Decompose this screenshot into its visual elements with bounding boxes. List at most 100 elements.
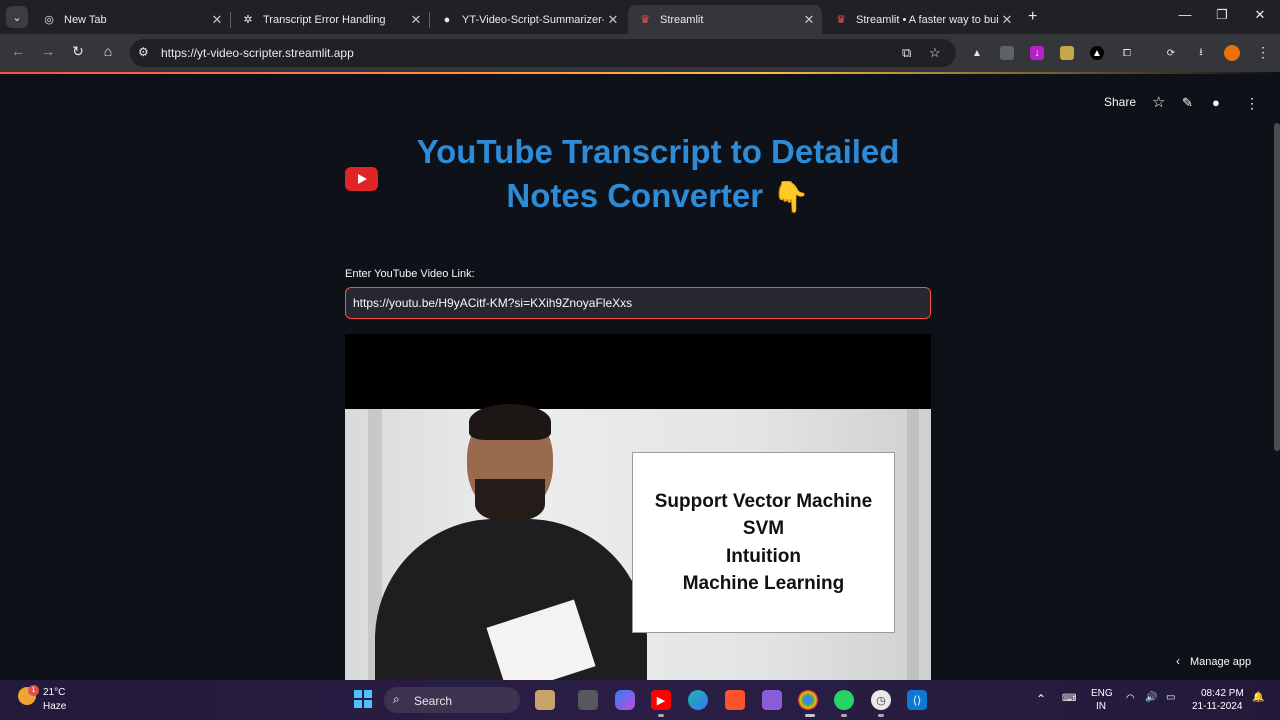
tab-transcript-error[interactable]: ✲ Transcript Error Handling ✕	[231, 5, 429, 34]
edit-pencil-icon[interactable]: ✎	[1182, 95, 1193, 111]
close-tab-icon[interactable]: ✕	[208, 12, 226, 28]
download-extension-icon[interactable]: ↓	[1030, 46, 1044, 60]
weather-badge: 1	[28, 685, 39, 696]
page-title: YouTube Transcript to Detailed Notes Con…	[390, 130, 926, 220]
share-button[interactable]: Share	[1104, 95, 1136, 109]
tab-streamlit-home[interactable]: ♛ Streamlit • A faster way to build ✕	[824, 5, 1020, 34]
volume-icon[interactable]: 🔊	[1145, 692, 1157, 703]
tab-title: Transcript Error Handling	[263, 13, 386, 26]
video-thumbnail[interactable]: Support Vector Machine SVM Intuition Mac…	[345, 334, 931, 680]
browser-menu-icon[interactable]: ⋮	[1256, 44, 1270, 61]
page-scrollbar[interactable]	[1274, 123, 1280, 451]
board-line: Machine Learning	[682, 573, 845, 594]
language-line-2[interactable]: IN	[1096, 701, 1106, 712]
streamlit-icon: ♛	[640, 14, 650, 26]
notes-extension-icon[interactable]	[1060, 46, 1074, 60]
file-explorer-icon[interactable]	[578, 690, 598, 710]
board-line: SVM	[742, 518, 785, 539]
vscode-icon[interactable]: ⟨⟩	[907, 690, 927, 710]
whatsapp-icon[interactable]	[834, 690, 854, 710]
youtube-app-icon[interactable]: ▶	[651, 690, 671, 710]
github-icon[interactable]: ●	[1212, 95, 1220, 110]
tab-title: YT-Video-Script-Summarizer-/R	[462, 13, 604, 26]
openai-icon: ✲	[243, 14, 253, 26]
video-whiteboard: Support Vector Machine SVM Intuition Mac…	[632, 452, 895, 633]
extensions-puzzle-icon[interactable]: ⧠	[1120, 46, 1134, 60]
close-tab-icon[interactable]: ✕	[604, 12, 622, 28]
language-line-1[interactable]: ENG	[1091, 688, 1113, 699]
tab-new-tab[interactable]: ◎ New Tab ✕	[32, 5, 230, 34]
manage-app-button[interactable]: ‹ Manage app	[1176, 654, 1251, 668]
notifications-icon[interactable]: 🔔	[1252, 692, 1264, 703]
close-tab-icon[interactable]: ✕	[407, 12, 425, 28]
battery-icon[interactable]: ▭	[1166, 692, 1175, 703]
maximize-button[interactable]: ❐	[1207, 7, 1237, 23]
video-pillar	[907, 409, 919, 680]
tray-overflow-icon[interactable]: ⌃	[1036, 692, 1046, 706]
presenter-beard	[475, 479, 545, 521]
drive-extension-icon[interactable]: ▲	[970, 46, 984, 60]
windows-taskbar	[0, 680, 1280, 720]
reload-icon[interactable]: ↻	[68, 43, 88, 60]
tab-github-repo[interactable]: ● YT-Video-Script-Summarizer-/R ✕	[430, 5, 626, 34]
brave-icon[interactable]	[725, 690, 745, 710]
tab-search-dropdown[interactable]: ⌄	[6, 6, 28, 28]
search-icon: ⌕	[393, 692, 400, 706]
weather-temperature[interactable]: 21°C	[43, 687, 65, 698]
taskbar-search[interactable]: ⌕ Search	[384, 687, 520, 713]
clock-time[interactable]: 08:42 PM	[1201, 688, 1244, 699]
youtube-logo-icon	[345, 167, 378, 191]
chrome-taskbar-icon[interactable]	[798, 690, 818, 710]
performance-icon[interactable]: ⟳	[1164, 46, 1178, 60]
tab-streamlit-active[interactable]: ♛ Streamlit ✕	[628, 5, 822, 34]
title-line-2: Notes Converter 👇	[390, 174, 926, 220]
app-menu-icon[interactable]: ⋮	[1245, 95, 1259, 112]
clock-date[interactable]: 21-11-2024	[1192, 701, 1242, 712]
new-tab-button[interactable]: +	[1028, 8, 1037, 26]
tab-title: Streamlit • A faster way to build	[856, 13, 998, 26]
title-line-2-text: Notes Converter	[506, 177, 764, 214]
presenter-hair	[469, 404, 551, 440]
pointing-down-emoji: 👇	[772, 181, 810, 215]
star-icon[interactable]: ☆	[1152, 93, 1165, 111]
copilot-icon[interactable]	[615, 690, 635, 710]
chevron-left-icon: ‹	[1176, 654, 1180, 668]
close-window-button[interactable]: ✕	[1245, 7, 1275, 23]
close-tab-icon[interactable]: ✕	[998, 12, 1016, 28]
back-icon[interactable]: ←	[8, 43, 28, 59]
browser-tab-bar: ⌄ ◎ New Tab ✕ ✲ Transcript Error Handlin…	[0, 0, 1280, 34]
url-text: https://yt-video-scripter.streamlit.app	[161, 46, 354, 60]
bookmark-star-icon[interactable]: ☆	[929, 45, 941, 61]
browser-toolbar: ← → ↻ ⌂ ⚙ https://yt-video-scripter.stre…	[0, 34, 1280, 72]
tab-title: Streamlit	[660, 13, 704, 26]
keyboard-icon[interactable]: ⌨	[1062, 693, 1076, 704]
vercel-extension-icon[interactable]: ▲	[1090, 46, 1104, 60]
running-indicator	[841, 714, 847, 717]
home-icon[interactable]: ⌂	[98, 43, 118, 59]
forward-icon[interactable]: →	[38, 43, 58, 59]
profile-avatar[interactable]	[1224, 45, 1240, 61]
downloads-icon[interactable]: ⭳	[1194, 46, 1208, 60]
books-app-icon[interactable]	[535, 690, 555, 710]
video-link-input[interactable]	[345, 287, 931, 319]
github-icon: ●	[443, 13, 451, 26]
minimize-button[interactable]: —	[1170, 7, 1200, 22]
weather-condition[interactable]: Haze	[43, 701, 66, 712]
close-tab-icon[interactable]: ✕	[800, 12, 818, 28]
install-app-icon[interactable]: ⧉	[902, 45, 911, 61]
video-link-label: Enter YouTube Video Link:	[345, 268, 475, 280]
streamlit-icon: ♛	[836, 14, 846, 26]
running-indicator	[878, 714, 884, 717]
streamlit-top-decoration	[0, 72, 1280, 74]
edge-icon[interactable]	[688, 690, 708, 710]
windows-start-icon[interactable]	[354, 690, 372, 708]
chrome-icon: ◎	[44, 14, 54, 26]
wifi-icon[interactable]: ◠	[1126, 693, 1135, 704]
site-info-icon[interactable]: ⚙	[138, 45, 149, 59]
folder-extension-icon[interactable]	[1000, 46, 1014, 60]
media-app-icon[interactable]	[762, 690, 782, 710]
tab-title: New Tab	[64, 13, 107, 26]
clock-app-icon[interactable]: ◷	[871, 690, 891, 710]
address-bar[interactable]: ⚙ https://yt-video-scripter.streamlit.ap…	[130, 39, 956, 67]
taskbar-search-label: Search	[414, 694, 453, 708]
